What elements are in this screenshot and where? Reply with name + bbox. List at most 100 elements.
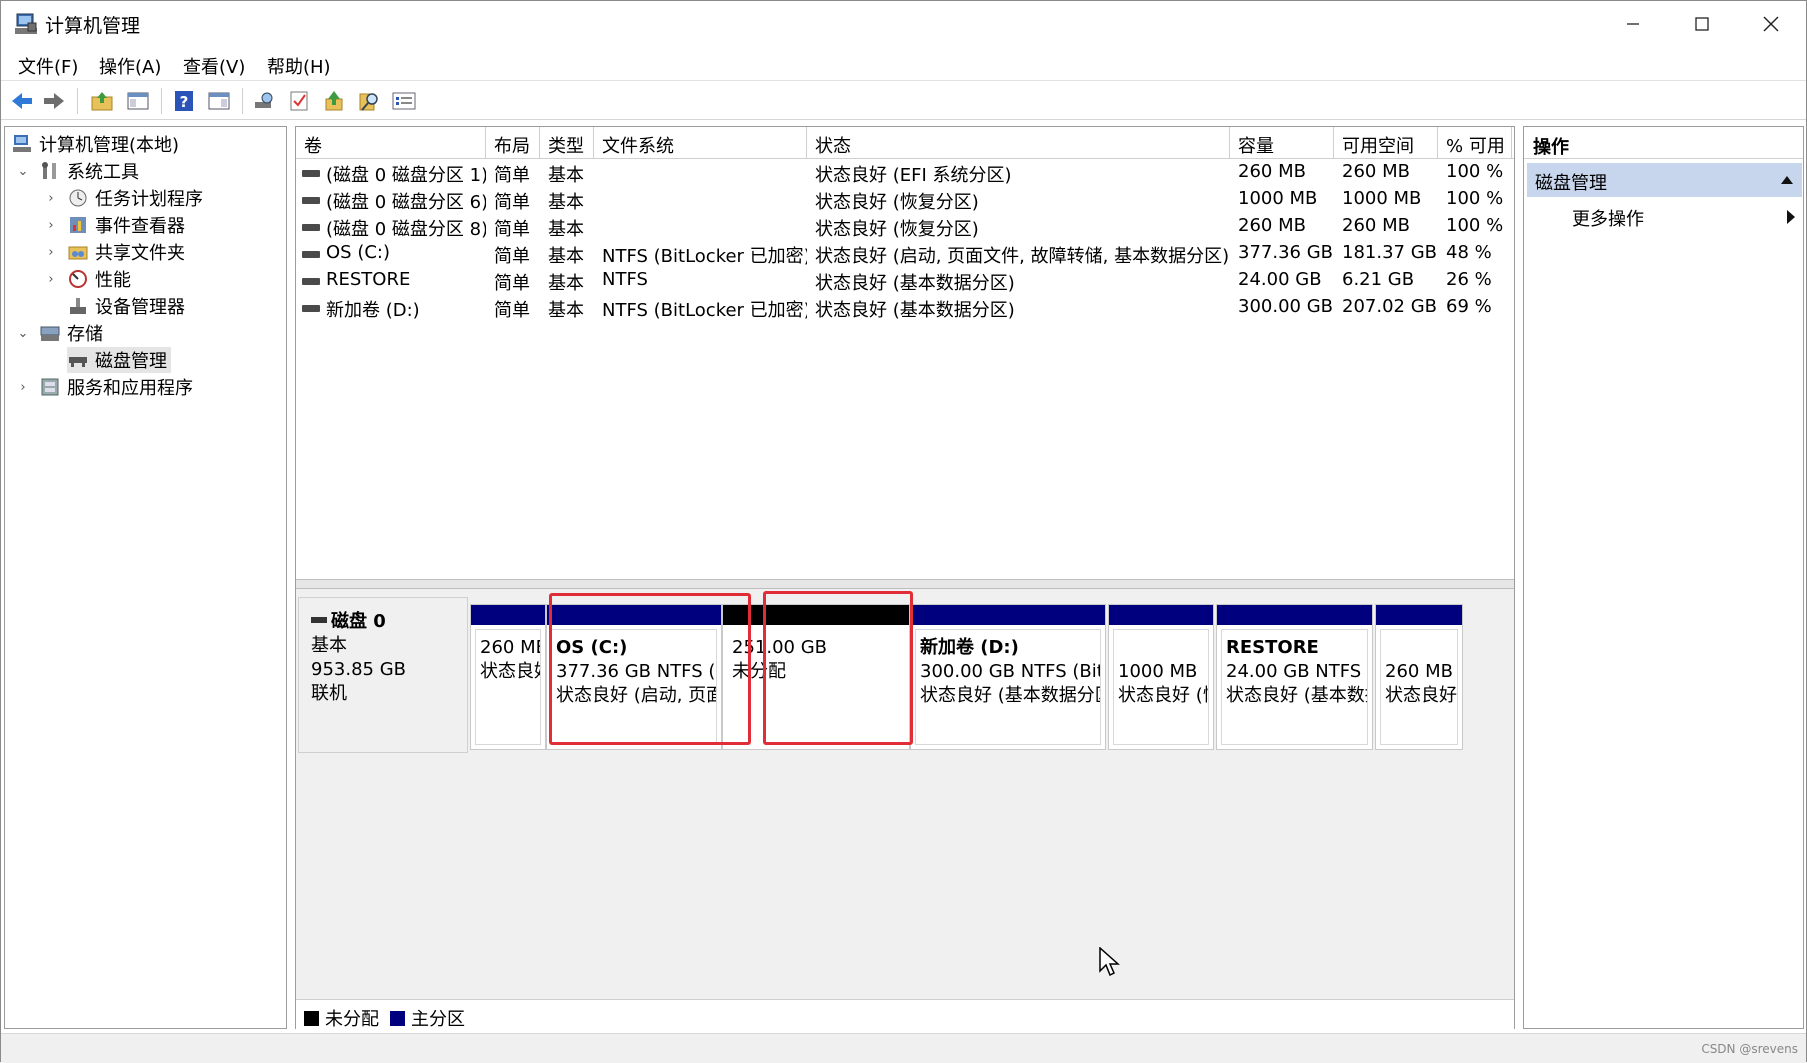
- disk-0-label[interactable]: 磁盘 0 基本 953.85 GB 联机: [298, 597, 468, 753]
- more-actions-item[interactable]: 更多操作: [1572, 205, 1644, 231]
- chevron-right-icon[interactable]: ›: [43, 272, 59, 287]
- column-header-type[interactable]: 类型: [540, 127, 594, 159]
- maximize-button[interactable]: [1668, 1, 1736, 47]
- volume-cell: 207.02 GB: [1342, 296, 1438, 317]
- legend-label: 主分区: [411, 1009, 465, 1030]
- close-button[interactable]: [1737, 1, 1805, 47]
- computer-management-window: 计算机管理 文件(F) 操作(A) 查看(V) 帮助(H) ? 计算机管理(本地…: [0, 0, 1807, 1063]
- tree-item-shared-folders[interactable]: › 共享文件夹: [43, 239, 185, 265]
- forward-button[interactable]: [41, 89, 67, 113]
- partition-info: 260 MB 状态良好: [1380, 629, 1458, 745]
- volume-row[interactable]: RESTORE 简单 基本 NTFS 状态良好 (基本数据分区) 24.00 GB 6.21…: [296, 268, 1514, 295]
- volume-row[interactable]: (磁盘 0 磁盘分区 8) 简单 基本 状态良好 (恢复分区) 260 MB 260 MB…: [296, 214, 1514, 241]
- tree-item-event-viewer[interactable]: › 事件查看器: [43, 212, 185, 238]
- tree-item-task-scheduler[interactable]: › 任务计划程序: [43, 185, 203, 211]
- primary-partition-bar: [911, 605, 1105, 625]
- chevron-down-icon[interactable]: ⌄: [15, 164, 31, 179]
- chevron-right-icon[interactable]: ›: [43, 218, 59, 233]
- volume-cell: (磁盘 0 磁盘分区 8): [326, 219, 486, 240]
- tree-item-services-apps[interactable]: › 服务和应用程序: [15, 374, 193, 400]
- column-header-status[interactable]: 状态: [807, 127, 1230, 159]
- minimize-button[interactable]: [1599, 1, 1667, 47]
- tree-item-root[interactable]: 计算机管理(本地): [11, 131, 179, 157]
- partition-efi[interactable]: 260 MB 状态良好: [470, 604, 546, 750]
- tree-item-disk-management[interactable]: 磁盘管理: [67, 347, 171, 373]
- show-hide-tree-button[interactable]: [125, 89, 151, 113]
- partition-title: OS (C:): [556, 637, 628, 658]
- partition-recovery-1000mb[interactable]: 1000 MB 状态良好 (恢复分区): [1108, 604, 1214, 750]
- chevron-right-icon[interactable]: ›: [43, 245, 59, 260]
- collapse-up-icon[interactable]: [1780, 175, 1794, 185]
- unallocated-swatch: [304, 1010, 319, 1026]
- toolbar-separator: [161, 88, 162, 114]
- menu-file[interactable]: 文件(F): [18, 53, 78, 79]
- chevron-right-icon[interactable]: ›: [15, 380, 31, 395]
- partition-new-volume-d[interactable]: 新加卷 (D:) 300.00 GB NTFS (BitLocker 已加密) 状态…: [910, 604, 1106, 750]
- partition-unallocated[interactable]: 251.00 GB 未分配: [722, 604, 910, 750]
- column-header-layout[interactable]: 布局: [486, 127, 540, 159]
- menu-action[interactable]: 操作(A): [99, 53, 161, 79]
- svg-text:?: ?: [180, 93, 189, 111]
- back-button[interactable]: [9, 89, 35, 113]
- help-button[interactable]: ?: [171, 89, 197, 113]
- show-hide-action-pane-button[interactable]: [206, 89, 232, 113]
- volume-cell: 新加卷 (D:): [326, 300, 420, 321]
- volume-cell: 26 %: [1446, 269, 1492, 290]
- partition-os-c[interactable]: OS (C:) 377.36 GB NTFS (BitLocker 已加密) 状态良…: [546, 604, 722, 750]
- properties-button[interactable]: [391, 89, 417, 113]
- more-actions-label: 更多操作: [1572, 209, 1644, 230]
- disk-size: 953.85 GB: [311, 659, 407, 680]
- up-folder-button[interactable]: [89, 89, 115, 113]
- column-header-filesystem[interactable]: 文件系统: [594, 127, 807, 159]
- tree-label: 性能: [95, 270, 131, 291]
- tree-item-storage[interactable]: ⌄ 存储: [15, 320, 103, 346]
- check-button[interactable]: [286, 89, 312, 113]
- volume-cell: 181.37 GB: [1342, 242, 1438, 263]
- chevron-down-icon[interactable]: ⌄: [15, 326, 31, 341]
- tools-icon: [39, 160, 61, 182]
- partition-recovery-260mb[interactable]: 260 MB 状态良好: [1375, 604, 1463, 750]
- pane-splitter[interactable]: [296, 579, 1514, 589]
- volume-row[interactable]: OS (C:) 简单 基本 NTFS (BitLocker 已加密) 状态良好 (启动,…: [296, 241, 1514, 268]
- primary-partition-bar: [1109, 605, 1213, 625]
- partition-info: 新加卷 (D:) 300.00 GB NTFS (BitLocker 已加密) 状态…: [915, 629, 1101, 745]
- tree-item-system-tools[interactable]: ⌄ 系统工具: [15, 158, 139, 184]
- connect-drive-button[interactable]: [251, 89, 277, 113]
- volume-cell: RESTORE: [326, 269, 411, 290]
- partition-restore[interactable]: RESTORE 24.00 GB NTFS 状态良好 (基本数据分区): [1216, 604, 1373, 750]
- export-button[interactable]: [321, 89, 347, 113]
- volume-row[interactable]: (磁盘 0 磁盘分区 6) 简单 基本 状态良好 (恢复分区) 1000 MB 1000 …: [296, 187, 1514, 214]
- column-header-percent-free[interactable]: % 可用: [1438, 127, 1512, 159]
- tree-item-device-manager[interactable]: 设备管理器: [67, 293, 185, 319]
- disk-management-icon: [67, 349, 89, 371]
- menu-help[interactable]: 帮助(H): [267, 53, 331, 79]
- volume-cell: NTFS: [602, 269, 648, 290]
- partition-size: 251.00 GB: [732, 637, 828, 658]
- search-button[interactable]: [356, 89, 382, 113]
- partition-info: 260 MB 状态良好: [475, 629, 541, 745]
- column-header-capacity[interactable]: 容量: [1230, 127, 1334, 159]
- column-header-volume[interactable]: 卷: [296, 127, 486, 159]
- tree-label: 计算机管理(本地): [39, 135, 180, 156]
- search-icon: [359, 93, 378, 111]
- actions-section-disk-management[interactable]: 磁盘管理: [1527, 163, 1802, 197]
- partition-info: RESTORE 24.00 GB NTFS 状态良好 (基本数据分区): [1221, 629, 1368, 745]
- primary-partition-bar: [547, 605, 721, 625]
- volume-cell: 状态良好 (基本数据分区): [815, 300, 1015, 321]
- volume-cell: NTFS (BitLocker 已加密): [602, 246, 807, 267]
- volume-cell: 简单: [494, 219, 530, 240]
- partition-status: 状态良好 (启动, 页面文件, 故障转储, 基本数据分区): [556, 685, 716, 706]
- volume-row[interactable]: (磁盘 0 磁盘分区 1) 简单 基本 状态良好 (EFI 系统分区) 260 MB 26…: [296, 160, 1514, 187]
- actions-title: 操作: [1524, 127, 1803, 159]
- tree-item-performance[interactable]: › 性能: [43, 266, 131, 292]
- volume-row[interactable]: 新加卷 (D:) 简单 基本 NTFS (BitLocker 已加密) 状态良好 (基本…: [296, 295, 1514, 322]
- tree-label: 存储: [67, 324, 103, 345]
- tree-label: 系统工具: [67, 162, 139, 183]
- menu-view[interactable]: 查看(V): [183, 53, 245, 79]
- partition-title: RESTORE: [1226, 637, 1319, 658]
- chevron-right-icon[interactable]: ›: [43, 191, 59, 206]
- console-tree-icon: [127, 92, 149, 110]
- column-header-free-space[interactable]: 可用空间: [1334, 127, 1438, 159]
- tree-label: 服务和应用程序: [67, 378, 193, 399]
- volume-icon: [302, 197, 320, 204]
